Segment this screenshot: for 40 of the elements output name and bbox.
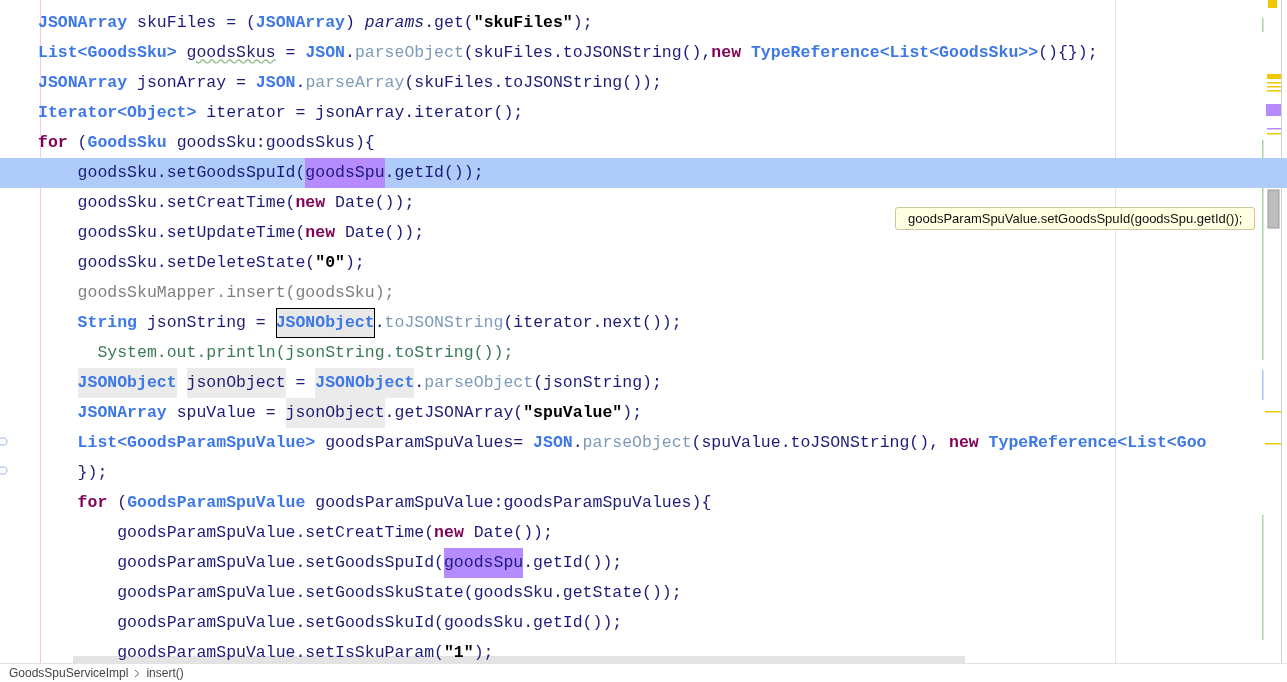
code-text: .getJSONArray("spuValue"); [384, 402, 643, 424]
code-text: goodsSku.setCreatTime(new Date()); [76, 192, 415, 214]
code-text: goodsSku.setDeleteState("0"); [76, 252, 365, 274]
breadcrumb-item[interactable]: insert() [146, 664, 184, 682]
code-text: System.out.println(jsonString.toString()); [96, 342, 514, 364]
code-text: = [294, 372, 307, 394]
code-text: for (GoodsSku goodsSku:goodsSkus){ [38, 132, 375, 154]
usage-highlight: jsonObject [186, 368, 286, 398]
selected-symbol: JSONObject [275, 308, 375, 338]
occurrence-highlight: goodsSpu [305, 158, 385, 188]
code-text: for (GoodsParamSpuValue goodsParamSpuValue:goodsParamSpuValues){ [76, 492, 712, 514]
code-text: String jsonString = [76, 312, 267, 334]
code-text: JSONArray spuValue = [76, 402, 277, 424]
tooltip: goodsParamSpuValue.setGoodsSpuId(goodsSpu.getId()); [895, 207, 1256, 230]
usage-highlight: jsonObject [285, 398, 385, 428]
code-text: JSONArray skuFiles = (JSONArray) params.get("skuFiles"); [38, 12, 593, 34]
code-text: goodsParamSpuValue.setGoodsSpuId( [116, 552, 444, 574]
code-text: .getId()); [384, 162, 484, 184]
breadcrumb-item[interactable]: GoodsSpuServiceImpl [9, 664, 129, 682]
code-text: goodsParamSpuValue.setCreatTime(new Date()); [116, 522, 553, 544]
code-text: Iterator<Object> iterator = jsonArray.iterator(); [38, 102, 524, 124]
code-text: .getId()); [523, 552, 623, 574]
code-text: List<GoodsParamSpuValue> goodsParamSpuValues= JSON.parseObject(spuValue.toJSONString(), new TypeReference<List<Goo [76, 432, 1207, 454]
code-text: .parseObject(jsonString); [414, 372, 662, 394]
code-text: goodsSkuMapper.insert(goodsSku); [76, 282, 395, 304]
chevron-icon [134, 668, 141, 678]
code-text: List<GoodsSku> [38, 42, 178, 64]
usage-highlight: JSONObject [77, 368, 177, 398]
code-text: = JSON.parseObject(skuFiles.toJSONString(),new TypeReference<List<GoodsSku>>(){}); [284, 42, 1098, 64]
code-text: goodsSku.setUpdateTime(new Date()); [76, 222, 425, 244]
code-text: }); [76, 462, 108, 484]
code-text: .toJSONString(iterator.next()); [374, 312, 682, 334]
code-text: goodsParamSpuValue.setGoodsSkuState(goodsSku.getState()); [116, 582, 682, 604]
misspelled-word: goodsSkus [186, 42, 276, 64]
occurrence-highlight: goodsSpu [443, 548, 524, 578]
code-text: goodsParamSpuValue.setGoodsSkuId(goodsSku.getId()); [116, 612, 623, 634]
code-text: goodsParamSpuValue.setIsSkuParam("1"); [116, 642, 494, 663]
code-text: goodsSku.setGoodsSpuId( [76, 162, 306, 184]
usage-highlight: JSONObject [315, 368, 415, 398]
code-text: JSONArray jsonArray = JSON.parseArray(skuFiles.toJSONString()); [38, 72, 662, 94]
